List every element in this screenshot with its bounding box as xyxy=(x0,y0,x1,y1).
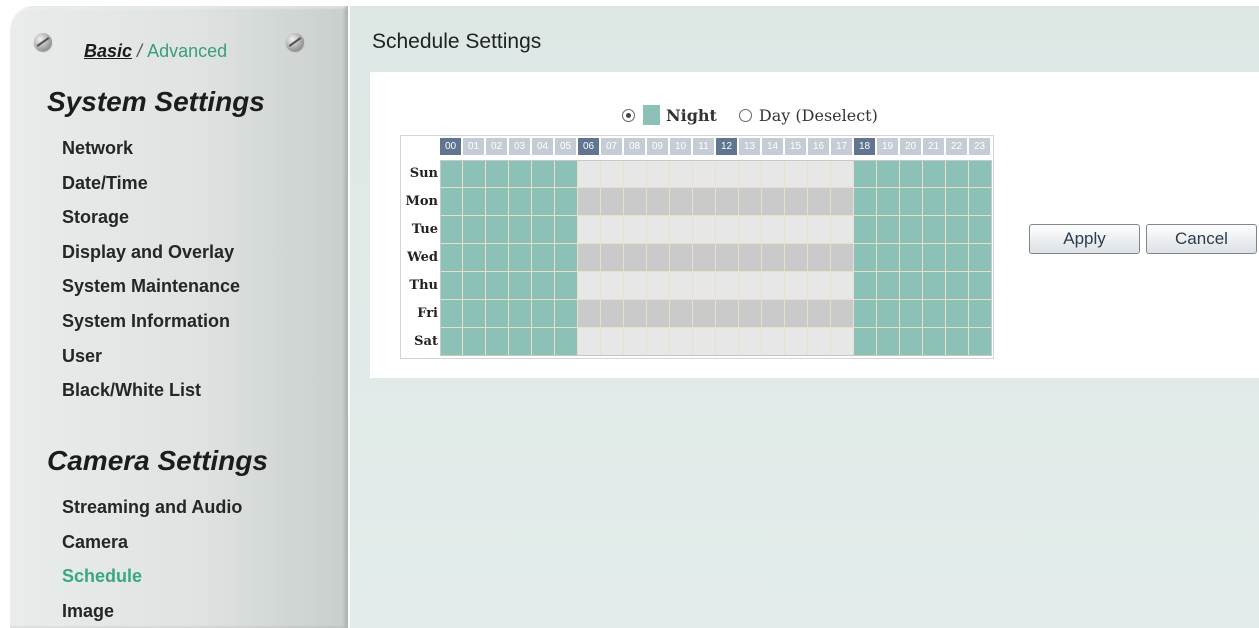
mode-separator: / xyxy=(132,41,148,61)
hour-header-12[interactable]: 12 xyxy=(716,138,737,155)
day-label-sat[interactable]: Sat xyxy=(400,334,438,349)
sidebar-item-streaming-and-audio[interactable]: Streaming and Audio xyxy=(62,497,242,518)
hour-header-01[interactable]: 01 xyxy=(463,138,484,155)
main-content: Schedule Settings Night Day (Deselect) 0… xyxy=(350,6,1259,628)
day-label-fri[interactable]: Fri xyxy=(400,306,438,321)
sidebar-item-schedule[interactable]: Schedule xyxy=(62,566,142,587)
hour-header-14[interactable]: 14 xyxy=(762,138,783,155)
mode-switch: Basic / Advanced xyxy=(84,41,227,62)
screw-icon xyxy=(34,33,52,51)
night-label: Night xyxy=(666,105,717,125)
hour-header-17[interactable]: 17 xyxy=(831,138,852,155)
advanced-mode-link[interactable]: Advanced xyxy=(147,41,227,61)
grid-frame xyxy=(440,160,992,356)
schedule-legend: Night Day (Deselect) xyxy=(622,105,878,125)
system-settings-title: System Settings xyxy=(47,86,265,117)
hour-header-13[interactable]: 13 xyxy=(739,138,760,155)
hour-header-20[interactable]: 20 xyxy=(900,138,921,155)
schedule-grid: 00 01 02 03 04 05 06 07 08 09 10 11 12 13 14 15 16 17 18 19… xyxy=(400,135,996,359)
day-label-mon[interactable]: Mon xyxy=(400,194,438,209)
day-radio[interactable] xyxy=(738,108,752,122)
day-label-tue[interactable]: Tue xyxy=(400,222,438,237)
sidebar-item-system-maintenance[interactable]: System Maintenance xyxy=(62,276,240,297)
hour-header-02[interactable]: 02 xyxy=(486,138,507,155)
hour-header-09[interactable]: 09 xyxy=(647,138,668,155)
hour-header-11[interactable]: 11 xyxy=(693,138,714,155)
schedule-panel: Night Day (Deselect) 00 01 02 03 04 05 06 07 08 0… xyxy=(370,72,1259,378)
hour-header-07[interactable]: 07 xyxy=(601,138,622,155)
night-color-swatch xyxy=(643,105,660,125)
screw-icon xyxy=(286,33,304,51)
sidebar-item-black-white-list[interactable]: Black/White List xyxy=(62,380,201,401)
hour-header-05[interactable]: 05 xyxy=(555,138,576,155)
hour-header-16[interactable]: 16 xyxy=(808,138,829,155)
sidebar-item-display-and-overlay[interactable]: Display and Overlay xyxy=(62,242,234,263)
night-radio[interactable] xyxy=(622,108,635,122)
hour-header-06[interactable]: 06 xyxy=(578,138,599,155)
hour-header-22[interactable]: 22 xyxy=(946,138,967,155)
sidebar-item-network[interactable]: Network xyxy=(62,138,133,159)
day-label-wed[interactable]: Wed xyxy=(400,250,438,265)
hour-header-00[interactable]: 00 xyxy=(440,138,461,155)
hour-header-04[interactable]: 04 xyxy=(532,138,553,155)
basic-mode-link[interactable]: Basic xyxy=(84,41,132,61)
sidebar-item-system-information[interactable]: System Information xyxy=(62,311,230,332)
sidebar-item-user[interactable]: User xyxy=(62,346,102,367)
cancel-button[interactable]: Cancel xyxy=(1146,224,1257,254)
sidebar: Basic / Advanced System Settings Network… xyxy=(10,6,348,628)
day-label-sun[interactable]: Sun xyxy=(400,166,438,181)
sidebar-item-storage[interactable]: Storage xyxy=(62,207,129,228)
hour-header-18[interactable]: 18 xyxy=(854,138,875,155)
sidebar-item-camera[interactable]: Camera xyxy=(62,532,128,553)
hour-header-10[interactable]: 10 xyxy=(670,138,691,155)
day-label: Day (Deselect) xyxy=(758,105,878,125)
hour-header-15[interactable]: 15 xyxy=(785,138,806,155)
page-title: Schedule Settings xyxy=(372,30,542,53)
camera-settings-title: Camera Settings xyxy=(47,445,268,476)
sidebar-item-date-time[interactable]: Date/Time xyxy=(62,173,148,194)
hour-header-23[interactable]: 23 xyxy=(969,138,990,155)
hour-header-21[interactable]: 21 xyxy=(923,138,944,155)
hour-header-19[interactable]: 19 xyxy=(877,138,898,155)
sidebar-item-image[interactable]: Image xyxy=(62,601,114,622)
hour-header-03[interactable]: 03 xyxy=(509,138,530,155)
day-label-thu[interactable]: Thu xyxy=(400,278,438,293)
apply-button[interactable]: Apply xyxy=(1029,224,1140,254)
hour-header-08[interactable]: 08 xyxy=(624,138,645,155)
